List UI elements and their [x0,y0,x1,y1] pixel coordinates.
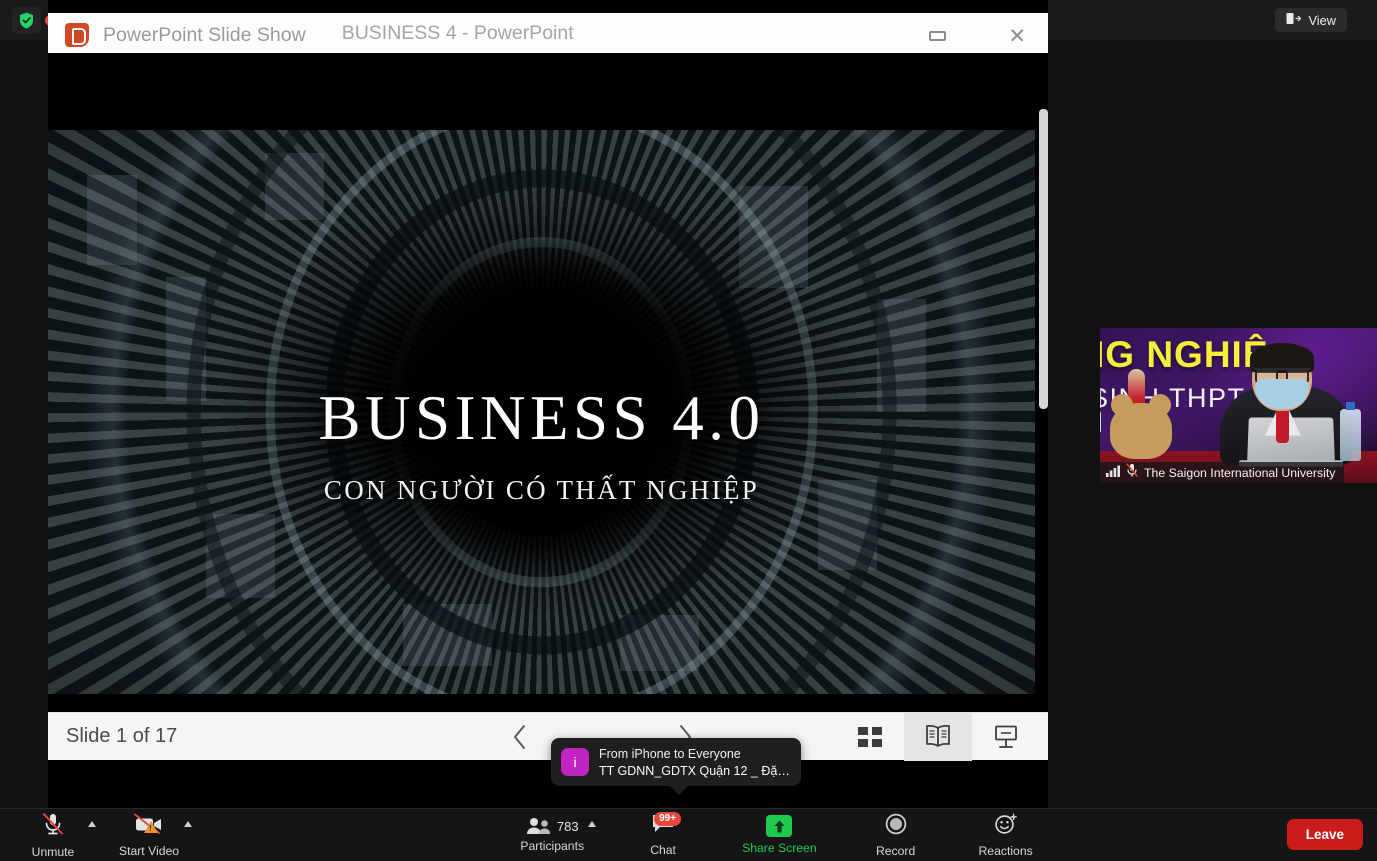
record-label: Record [875,843,916,858]
participants-options-caret[interactable] [588,820,597,827]
chat-bubble-icon: 99+ [651,811,682,839]
mascot-plush [1110,394,1172,459]
zoom-bottom-toolbar: Unmute Start Video [0,808,1377,861]
powerpoint-status-bar: Slide 1 of 17 [48,712,1048,761]
chat-notification-toast[interactable]: i From iPhone to Everyone TT GDNN_GDTX Q… [551,738,801,795]
water-bottle [1340,402,1361,461]
previous-slide-button[interactable] [503,721,537,753]
reactions-label: Reactions [978,843,1033,858]
participants-icon: 783 [526,817,579,835]
unmute-label: Unmute [31,844,75,859]
layout-panel-icon [1286,12,1302,28]
encryption-shield-icon[interactable] [12,7,41,34]
chat-toast-message: TT GDNN_GDTX Quận 12 _ Đặng N... [599,763,791,778]
view-button-label: View [1308,12,1336,28]
video-muted-icon [134,813,164,840]
powerpoint-icon [65,22,89,47]
slide-canvas: BUSINESS 4.0 CON NGƯỜI CÓ THẤT NGHIỆP [48,130,1035,694]
avatar: i [561,748,589,776]
speaker-video-thumbnail[interactable]: IG NGHIỆ SINH THPT The Saigon Internatio… [1100,328,1377,483]
minimize-icon[interactable] [929,31,947,41]
reactions-button[interactable]: Reactions [975,809,1037,861]
record-circle-icon [885,813,907,840]
participants-button[interactable]: 783 Participants [520,809,597,861]
participant-name-bar: The Saigon International University [1100,462,1345,483]
reading-view-button[interactable] [904,713,972,761]
mic-muted-icon [41,812,65,841]
share-screen-button[interactable]: Share Screen [742,809,817,861]
view-layout-button[interactable]: View [1275,8,1347,32]
slide-counter: Slide 1 of 17 [66,725,178,747]
slide-title: BUSINESS 4.0 [318,383,765,453]
chat-label: Chat [650,843,676,857]
view-mode-buttons [836,713,1040,761]
smiley-reactions-icon [994,813,1018,840]
shared-screen-region[interactable]: PowerPoint Slide Show BUSINESS 4 - Power… [48,0,1048,808]
chat-toast-sender: From iPhone to Everyone [599,746,741,761]
slide-sorter-view-button[interactable] [836,713,904,761]
signal-bars-icon [1106,464,1120,482]
slide-text-block: BUSINESS 4.0 CON NGƯỜI CÓ THẤT NGHIỆP [48,382,1035,506]
unmute-button[interactable]: Unmute [22,809,96,861]
chat-unread-badge: 99+ [654,811,682,826]
powerpoint-document-name: BUSINESS 4 - PowerPoint [341,21,574,44]
backdrop-text-yellow: IG NGHIỆ [1100,334,1269,375]
participant-name: The Saigon International University [1144,465,1336,480]
participants-count: 783 [556,818,579,834]
zoom-meeting-window: Recording You are viewing SIU - ThS. Phạ… [0,0,1377,861]
slideshow-view-button[interactable] [972,713,1040,761]
leave-button[interactable]: Leave [1286,819,1363,850]
record-button[interactable]: Record [865,809,927,861]
video-resize-handle[interactable] [1100,388,1101,436]
slide-subtitle: CON NGƯỜI CÓ THẤT NGHIỆP [323,475,760,505]
slide-stage: BUSINESS 4.0 CON NGƯỜI CÓ THẤT NGHIỆP Sl… [48,53,1048,761]
chat-button[interactable]: 99+ Chat [632,809,694,861]
start-video-button[interactable]: Start Video [118,809,192,861]
powerpoint-window-title: PowerPoint Slide Show [103,23,306,46]
close-icon[interactable]: ✕ [1008,26,1026,47]
mic-muted-icon [1126,463,1138,482]
video-options-caret[interactable] [184,820,192,827]
participants-label: Participants [520,839,585,853]
share-screen-label: Share Screen [742,841,817,855]
share-arrow-up-icon [766,815,793,837]
powerpoint-title-bar: PowerPoint Slide Show BUSINESS 4 - Power… [48,13,1048,53]
shared-content-scrollbar[interactable] [1039,109,1048,409]
start-video-label: Start Video [118,843,180,858]
audio-options-caret[interactable] [88,820,96,827]
video-warning-icon [144,820,158,833]
